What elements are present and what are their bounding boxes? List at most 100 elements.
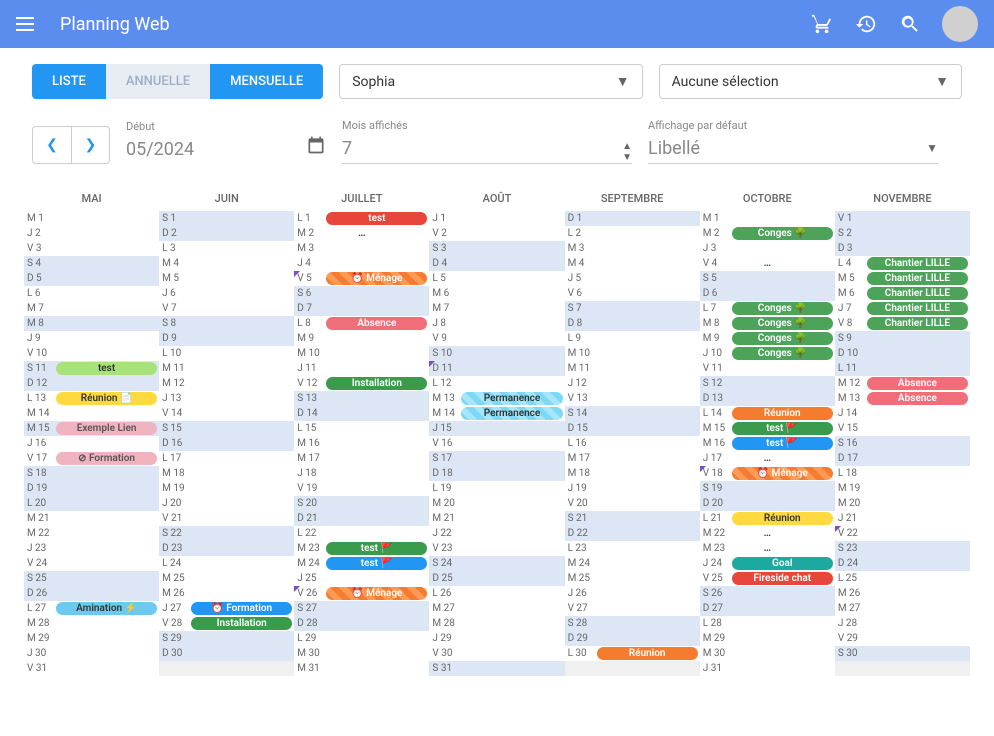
day-cell[interactable]: J 7Chantier LILLE — [835, 301, 970, 316]
day-cell[interactable]: V 3 — [24, 241, 159, 256]
day-cell[interactable]: J 6 — [159, 286, 294, 301]
day-cell[interactable]: S 1 — [159, 211, 294, 226]
day-cell[interactable]: J 26 — [565, 586, 700, 601]
day-cell[interactable]: L 12 — [429, 376, 564, 391]
day-cell[interactable]: M 17 — [565, 451, 700, 466]
day-cell[interactable]: M 21 — [429, 511, 564, 526]
day-cell[interactable]: L 6 — [24, 286, 159, 301]
day-cell[interactable]: L 19 — [429, 481, 564, 496]
day-cell[interactable]: D 23 — [159, 541, 294, 556]
day-cell[interactable]: V 15 — [835, 421, 970, 436]
calendar-icon[interactable] — [306, 135, 326, 158]
day-cell[interactable]: J 19 — [565, 481, 700, 496]
day-cell[interactable]: L 27Amination ⚡ — [24, 601, 159, 616]
day-cell[interactable]: V 18⏰ Ménage — [700, 466, 835, 481]
event-pill[interactable]: Conges 🌳 — [732, 332, 833, 345]
event-pill[interactable]: Réunion 📄 — [56, 392, 157, 405]
day-cell[interactable]: S 26 — [700, 586, 835, 601]
day-cell[interactable]: S 22 — [159, 526, 294, 541]
event-pill[interactable]: Installation — [326, 377, 427, 390]
day-cell[interactable]: S 18 — [24, 466, 159, 481]
day-cell[interactable]: M 16test 🚩 — [700, 436, 835, 451]
day-cell[interactable]: V 13 — [565, 391, 700, 406]
day-cell[interactable]: J 15 — [429, 421, 564, 436]
day-cell[interactable]: M 24 — [565, 556, 700, 571]
day-cell[interactable]: L 28 — [700, 616, 835, 631]
day-cell[interactable]: V 17⊘ Formation — [24, 451, 159, 466]
day-cell[interactable]: J 13 — [159, 391, 294, 406]
event-pill[interactable]: Absence — [326, 317, 427, 330]
day-cell[interactable]: M 3 — [565, 241, 700, 256]
event-pill[interactable]: ⏰ Ménage — [326, 272, 427, 285]
event-pill[interactable]: ⏰ Formation — [191, 602, 292, 615]
day-cell[interactable]: M 14Permanence — [429, 406, 564, 421]
day-cell[interactable]: V 24 — [24, 556, 159, 571]
day-cell[interactable]: V 14 — [159, 406, 294, 421]
day-cell[interactable]: V 23 — [429, 541, 564, 556]
day-cell[interactable]: M 27 — [835, 601, 970, 616]
day-cell[interactable]: D 17 — [835, 451, 970, 466]
day-cell[interactable]: J 28 — [835, 616, 970, 631]
day-cell[interactable]: M 25 — [565, 571, 700, 586]
day-cell[interactable]: D 11 — [429, 361, 564, 376]
day-cell[interactable] — [835, 661, 970, 676]
day-cell[interactable]: S 2 — [835, 226, 970, 241]
day-cell[interactable]: L 14Réunion — [700, 406, 835, 421]
day-cell[interactable]: S 10 — [429, 346, 564, 361]
event-pill[interactable]: Permanence — [461, 407, 562, 420]
event-pill[interactable]: test 🚩 — [326, 557, 427, 570]
event-pill[interactable]: ⊘ Formation — [56, 452, 157, 465]
day-cell[interactable]: D 14 — [294, 406, 429, 421]
day-cell[interactable]: M 1 — [24, 211, 159, 226]
person-select[interactable]: Sophia ▼ — [339, 64, 642, 99]
day-cell[interactable]: L 26 — [429, 586, 564, 601]
day-cell[interactable]: M 23… — [700, 541, 835, 556]
day-cell[interactable]: J 10Conges 🌳 — [700, 346, 835, 361]
day-cell[interactable]: L 4Chantier LILLE — [835, 256, 970, 271]
day-cell[interactable]: S 9 — [835, 331, 970, 346]
day-cell[interactable]: V 5⏰ Ménage — [294, 271, 429, 286]
day-cell[interactable] — [159, 661, 294, 676]
day-cell[interactable]: L 21Réunion — [700, 511, 835, 526]
day-cell[interactable]: V 7 — [159, 301, 294, 316]
day-cell[interactable]: D 9 — [159, 331, 294, 346]
event-pill[interactable]: Conges 🌳 — [732, 347, 833, 360]
mois-field[interactable]: Mois affichés 7 ▲▼ — [342, 119, 632, 164]
day-cell[interactable]: M 23test 🚩 — [294, 541, 429, 556]
day-cell[interactable]: M 28 — [24, 616, 159, 631]
day-cell[interactable]: V 1 — [835, 211, 970, 226]
day-cell[interactable]: M 11 — [565, 361, 700, 376]
day-cell[interactable]: V 4… — [700, 256, 835, 271]
day-cell[interactable]: S 20 — [294, 496, 429, 511]
day-cell[interactable]: L 11 — [835, 361, 970, 376]
day-cell[interactable]: M 5 — [159, 271, 294, 286]
day-cell[interactable]: V 29 — [835, 631, 970, 646]
debut-field[interactable]: Début 05/2024 — [126, 120, 326, 164]
day-cell[interactable]: J 9 — [24, 331, 159, 346]
day-cell[interactable]: M 15test 🚩 — [700, 421, 835, 436]
day-cell[interactable]: M 28 — [429, 616, 564, 631]
event-pill[interactable]: Exemple Lien — [56, 422, 157, 435]
day-cell[interactable]: L 13Réunion 📄 — [24, 391, 159, 406]
day-cell[interactable]: M 4 — [565, 256, 700, 271]
next-month-button[interactable]: ❯ — [71, 127, 109, 163]
day-cell[interactable]: J 30 — [24, 646, 159, 661]
day-cell[interactable]: M 14 — [24, 406, 159, 421]
day-cell[interactable]: D 27 — [700, 601, 835, 616]
search-icon[interactable] — [898, 12, 922, 36]
day-cell[interactable]: M 1 — [700, 211, 835, 226]
day-cell[interactable]: V 27 — [565, 601, 700, 616]
prev-month-button[interactable]: ❮ — [33, 127, 71, 163]
day-cell[interactable]: V 30 — [429, 646, 564, 661]
event-pill[interactable]: … — [700, 542, 835, 555]
day-cell[interactable]: L 9 — [565, 331, 700, 346]
event-pill[interactable]: Permanence — [461, 392, 562, 405]
day-cell[interactable]: D 25 — [429, 571, 564, 586]
event-pill[interactable]: … — [700, 257, 835, 270]
day-cell[interactable]: L 5 — [429, 271, 564, 286]
day-cell[interactable]: M 21 — [24, 511, 159, 526]
day-cell[interactable] — [565, 661, 700, 676]
day-cell[interactable]: S 3 — [429, 241, 564, 256]
day-cell[interactable]: L 3 — [159, 241, 294, 256]
event-pill[interactable]: Chantier LILLE — [867, 287, 968, 300]
